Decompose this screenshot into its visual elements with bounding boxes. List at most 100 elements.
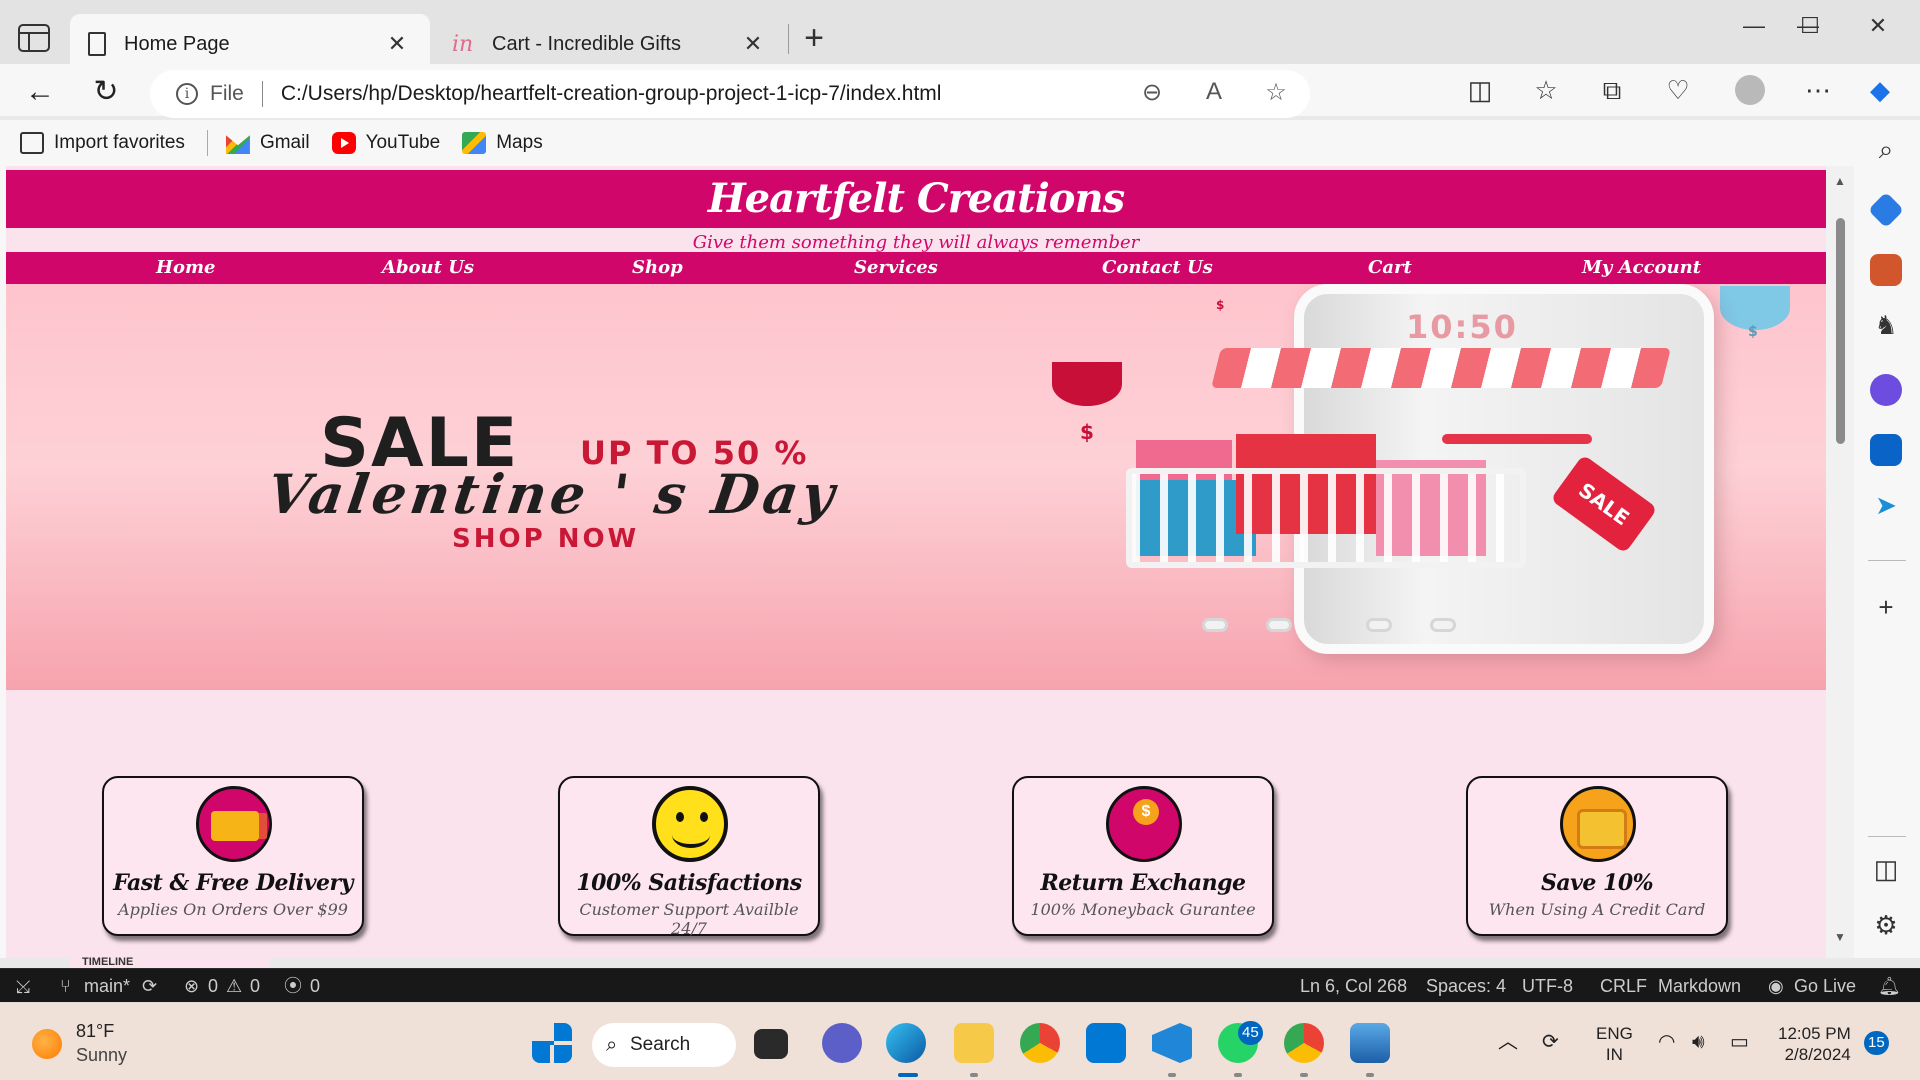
- hero-banner[interactable]: SALE UP TO 50 % Valentine ' s Day SHOP N…: [6, 284, 1826, 690]
- more-options-icon[interactable]: ⋯: [1798, 70, 1838, 110]
- page-viewport: Heartfelt Creations Give them something …: [0, 166, 1854, 958]
- tab-actions-icon[interactable]: [18, 24, 50, 52]
- new-tab-button[interactable]: +: [796, 20, 832, 56]
- nav-services[interactable]: Services: [854, 252, 938, 284]
- shopping-tag-icon[interactable]: [1867, 191, 1905, 229]
- sync-status-icon[interactable]: ⟳: [1542, 1003, 1559, 1080]
- bookmark-youtube[interactable]: YouTube: [331, 132, 440, 154]
- minimize-button[interactable]: —: [1726, 8, 1782, 44]
- sync-icon[interactable]: ⟳: [142, 969, 157, 1003]
- ports-count[interactable]: 0: [310, 969, 320, 1003]
- go-live-button[interactable]: Go Live: [1794, 969, 1856, 1003]
- nav-home[interactable]: Home: [156, 252, 216, 284]
- collections-icon[interactable]: ⧉: [1592, 70, 1632, 110]
- copilot-icon[interactable]: ◆: [1860, 70, 1900, 110]
- bookmark-gmail[interactable]: Gmail: [225, 132, 310, 154]
- error-count[interactable]: 0: [208, 969, 218, 1003]
- line-endings[interactable]: CRLF: [1600, 969, 1647, 1003]
- bookmark-label: Gmail: [259, 132, 310, 153]
- refresh-icon[interactable]: ↻: [86, 72, 126, 112]
- back-arrow-icon[interactable]: ←: [20, 72, 60, 112]
- browser-essentials-icon[interactable]: ♡: [1658, 70, 1698, 110]
- chrome-icon[interactable]: [1020, 1023, 1060, 1063]
- page-scrollbar[interactable]: ▲ ▼: [1826, 166, 1854, 958]
- file-encoding[interactable]: UTF-8: [1522, 969, 1573, 1003]
- microsoft-365-icon[interactable]: [1870, 374, 1902, 406]
- nav-cart[interactable]: Cart: [1368, 252, 1412, 284]
- scroll-up-arrow-icon[interactable]: ▲: [1834, 174, 1846, 188]
- favorites-icon[interactable]: ☆: [1526, 70, 1566, 110]
- dollar-sign: $: [1216, 298, 1225, 312]
- maps-icon: [462, 132, 487, 154]
- settings-gear-icon[interactable]: ⚙: [1870, 910, 1902, 941]
- nav-my-account[interactable]: My Account: [1582, 252, 1701, 284]
- url-text[interactable]: C:/Users/hp/Desktop/heartfelt-creation-g…: [281, 82, 942, 106]
- profile-avatar[interactable]: [1730, 70, 1770, 110]
- search-icon[interactable]: ⌕: [1870, 134, 1902, 166]
- weather-description[interactable]: Sunny: [76, 1045, 127, 1066]
- outlook-icon[interactable]: [1870, 434, 1902, 466]
- running-indicator: [970, 1073, 978, 1077]
- teams-chat-icon[interactable]: [822, 1023, 862, 1063]
- warning-count[interactable]: 0: [250, 969, 260, 1003]
- task-view-icon[interactable]: [754, 1029, 788, 1059]
- branch-name[interactable]: main*: [84, 969, 130, 1003]
- zoom-out-icon[interactable]: ⊖: [1136, 78, 1168, 107]
- read-aloud-icon[interactable]: A: [1198, 78, 1230, 107]
- scroll-thumb[interactable]: [1836, 218, 1845, 444]
- bookmark-maps[interactable]: Maps: [462, 132, 543, 154]
- vscode-icon[interactable]: [1152, 1023, 1192, 1063]
- bookmark-import-favorites[interactable]: Import favorites: [20, 132, 185, 154]
- close-tab-icon[interactable]: ✕: [738, 31, 768, 57]
- language-indicator[interactable]: ENG IN: [1596, 1023, 1633, 1065]
- tools-icon[interactable]: [1870, 254, 1902, 286]
- info-icon[interactable]: i: [176, 83, 198, 105]
- weather-temperature[interactable]: 81°F: [76, 1021, 114, 1042]
- chevron-up-icon[interactable]: ︿: [1498, 1003, 1518, 1080]
- drop-icon[interactable]: ➤: [1870, 490, 1902, 521]
- sun-icon[interactable]: [32, 1029, 62, 1059]
- close-tab-icon[interactable]: ✕: [382, 31, 412, 57]
- hero-shop-now[interactable]: SHOP NOW: [452, 524, 639, 554]
- cart-wheel: [1266, 618, 1292, 632]
- cursor-position[interactable]: Ln 6, Col 268: [1300, 969, 1407, 1003]
- wifi-icon[interactable]: ◠: [1658, 1003, 1675, 1080]
- windows-taskbar: 81°F Sunny ⌕ Search 45 ︿ ⟳ ENG IN ◠ 🔊︎ ▭…: [0, 1002, 1920, 1080]
- notification-badge[interactable]: 15: [1864, 1031, 1889, 1055]
- tab-divider: [788, 24, 789, 54]
- battery-icon[interactable]: ▭: [1730, 1003, 1749, 1080]
- money-hand-icon: [1106, 786, 1182, 862]
- hide-sidebar-icon[interactable]: ◫: [1870, 854, 1902, 885]
- bell-icon[interactable]: 🔔︎: [1878, 969, 1901, 1003]
- chrome-profile-icon[interactable]: [1284, 1023, 1324, 1063]
- file-explorer-icon[interactable]: [954, 1023, 994, 1063]
- feature-card: Fast & Free Delivery Applies On Orders O…: [102, 776, 364, 936]
- timeline-panel-header[interactable]: TIMELINE: [70, 956, 270, 968]
- system-clock[interactable]: 12:05 PM 2/8/2024: [1778, 1023, 1851, 1065]
- taskbar-search[interactable]: ⌕ Search: [592, 1023, 736, 1067]
- split-screen-icon[interactable]: ◫: [1460, 70, 1500, 110]
- nav-about-us[interactable]: About Us: [382, 252, 474, 284]
- windows-start-icon[interactable]: [532, 1023, 572, 1063]
- photos-icon[interactable]: [1350, 1023, 1390, 1063]
- scroll-down-arrow-icon[interactable]: ▼: [1834, 930, 1846, 944]
- close-window-button[interactable]: ✕: [1850, 8, 1906, 44]
- favorite-star-icon[interactable]: ☆: [1260, 78, 1292, 107]
- microsoft-store-icon[interactable]: [1086, 1023, 1126, 1063]
- games-icon[interactable]: ♞: [1870, 310, 1902, 341]
- indentation[interactable]: Spaces: 4: [1426, 969, 1506, 1003]
- add-icon[interactable]: +: [1870, 592, 1902, 623]
- remote-icon[interactable]: ⤩: [16, 969, 30, 1003]
- running-indicator: [1366, 1073, 1374, 1077]
- feature-title: 100% Satisfactions: [576, 870, 802, 896]
- address-bar[interactable]: i File C:/Users/hp/Desktop/heartfelt-cre…: [150, 70, 1310, 118]
- bookmark-divider: [206, 130, 208, 156]
- tab-strip: Home Page ✕ in Cart - Incredible Gifts ✕…: [0, 0, 1920, 74]
- maximize-button[interactable]: ☐: [1782, 8, 1838, 44]
- edge-sidebar: ⌕ ♞ ➤ + ◫ ⚙: [1854, 120, 1920, 958]
- nav-contact-us[interactable]: Contact Us: [1102, 252, 1213, 284]
- edge-icon[interactable]: [886, 1023, 926, 1063]
- nav-shop[interactable]: Shop: [632, 252, 683, 284]
- language-mode[interactable]: Markdown: [1658, 969, 1741, 1003]
- volume-icon[interactable]: 🔊︎: [1692, 1003, 1705, 1080]
